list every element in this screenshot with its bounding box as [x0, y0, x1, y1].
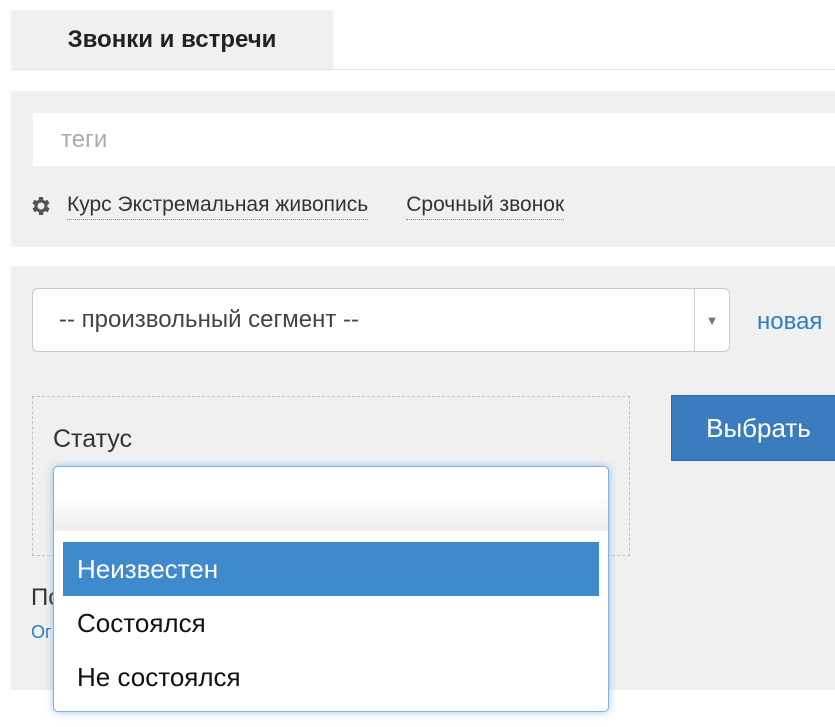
tab-label: Звонки и встречи — [67, 25, 277, 53]
apply-button-label: Выбрать — [706, 412, 811, 443]
tab-calls-and-meetings[interactable]: Звонки и встречи — [11, 10, 333, 69]
status-label: Статус — [53, 425, 133, 453]
tag-link-extreme-painting[interactable]: Курс Экстремальная живопись — [67, 193, 369, 220]
tag-link-urgent-call[interactable]: Срочный звонок — [406, 193, 565, 220]
status-dropdown-search[interactable] — [54, 467, 608, 531]
partial-link[interactable]: Ог — [31, 622, 52, 643]
tab-strip: Звонки и встречи — [11, 10, 835, 70]
status-dropdown[interactable]: Неизвестен Состоялся Не состоялся — [53, 466, 609, 712]
new-segment-link[interactable]: новая — [757, 308, 822, 336]
tag-list: Курс Экстремальная живопись Срочный звон… — [29, 191, 602, 221]
status-option-label: Состоялся — [77, 607, 206, 638]
tags-input[interactable] — [33, 113, 835, 166]
status-option-held[interactable]: Состоялся — [63, 596, 599, 650]
tags-panel: Курс Экстремальная живопись Срочный звон… — [11, 91, 835, 247]
status-option-label: Не состоялся — [77, 661, 241, 692]
segment-select[interactable]: -- произвольный сегмент -- ▼ — [32, 288, 730, 352]
status-option-unknown[interactable]: Неизвестен — [63, 542, 599, 596]
status-option-label: Неизвестен — [77, 553, 219, 584]
gear-icon[interactable] — [29, 194, 53, 218]
status-option-not-held[interactable]: Не состоялся — [63, 650, 599, 704]
status-dropdown-list: Неизвестен Состоялся Не состоялся — [63, 542, 599, 704]
triangle-down-icon[interactable]: ▼ — [694, 289, 729, 351]
segment-select-value: -- произвольный сегмент -- — [59, 306, 359, 333]
apply-button[interactable]: Выбрать — [671, 395, 835, 461]
